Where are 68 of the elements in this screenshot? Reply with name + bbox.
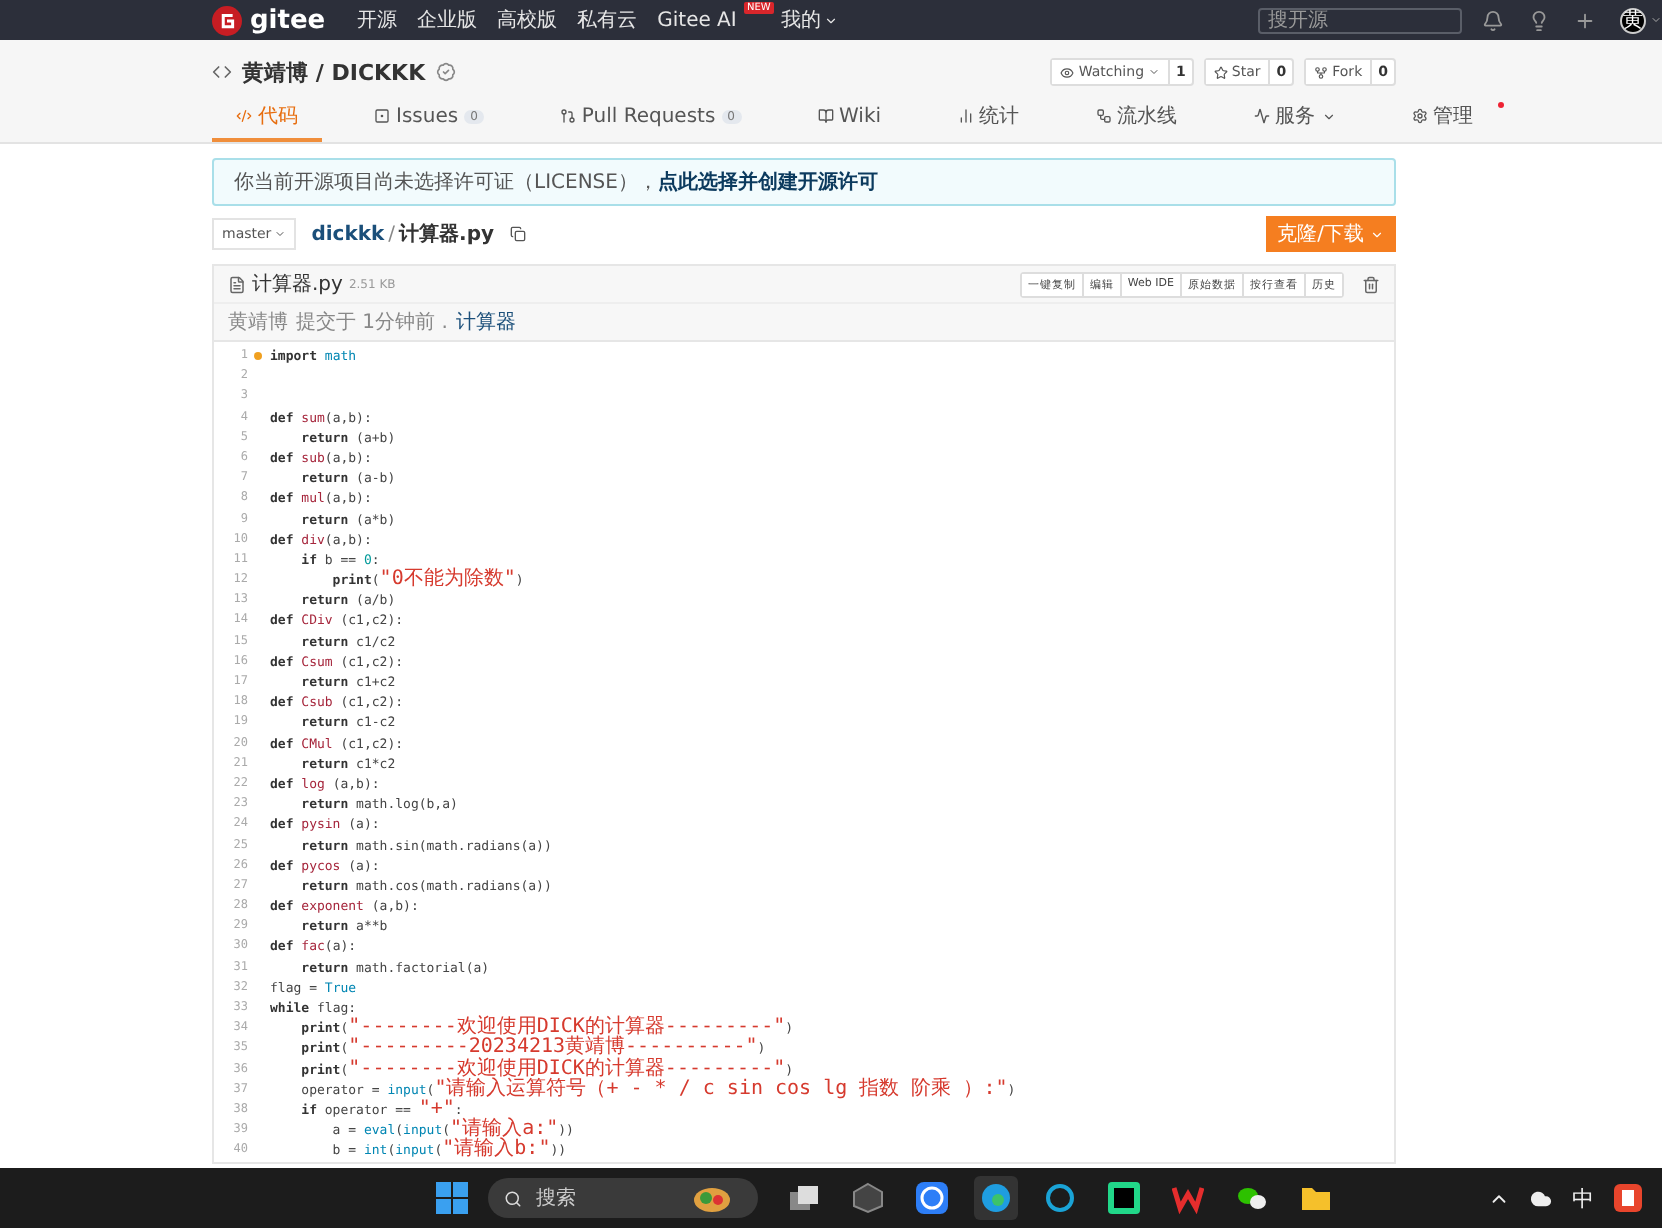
lightbulb-icon[interactable] bbox=[1528, 9, 1550, 31]
repo-tab[interactable]: 流水线 bbox=[1071, 96, 1202, 142]
workflow-icon bbox=[1095, 108, 1112, 124]
file-path: 计算器.py bbox=[399, 221, 495, 248]
repo-title: 黄靖博 / DICKKK bbox=[242, 57, 426, 87]
caret-icon bbox=[1148, 66, 1161, 78]
input-method-indicator[interactable]: 中 bbox=[1572, 1183, 1594, 1213]
nav-link[interactable]: 开源 bbox=[357, 6, 398, 34]
taskbar-search-field[interactable]: 搜索 bbox=[488, 1178, 758, 1218]
logo-text[interactable]: gitee bbox=[250, 5, 326, 35]
taskbar-app-button[interactable] bbox=[1102, 1176, 1146, 1220]
taskbar-app-button[interactable] bbox=[910, 1176, 954, 1220]
s-app-icon[interactable] bbox=[1614, 1184, 1642, 1212]
repo-tab[interactable]: 服务 bbox=[1229, 96, 1360, 142]
browser-icon bbox=[980, 1182, 1012, 1214]
license-link[interactable]: 点此选择并创建开源许可 bbox=[657, 172, 878, 194]
commit-author: 黄靖博 bbox=[228, 309, 288, 336]
pull-request-icon bbox=[559, 108, 576, 124]
copy-icon[interactable] bbox=[510, 226, 527, 242]
folder-icon bbox=[1300, 1184, 1332, 1212]
book-icon bbox=[817, 108, 833, 124]
bell-icon[interactable] bbox=[1482, 9, 1504, 31]
logo-icon[interactable] bbox=[212, 5, 242, 35]
caret-icon bbox=[1321, 109, 1336, 123]
commit-link[interactable]: 计算器 bbox=[455, 308, 516, 336]
ide-icon bbox=[1108, 1182, 1140, 1214]
ring-icon bbox=[1044, 1182, 1076, 1214]
w-app-icon bbox=[1172, 1182, 1204, 1214]
star-icon bbox=[1213, 65, 1228, 79]
trash-icon[interactable] bbox=[1362, 275, 1380, 293]
cloud-icon[interactable] bbox=[1530, 1187, 1552, 1209]
path-separator: / bbox=[388, 223, 396, 245]
file-icon bbox=[228, 275, 246, 293]
caret-icon bbox=[1370, 227, 1384, 241]
nav-link[interactable]: 高校版 bbox=[497, 6, 558, 34]
chat-bubbles-icon bbox=[1236, 1182, 1268, 1214]
search-field[interactable]: 搜开源 bbox=[1258, 7, 1462, 33]
caret-icon bbox=[1650, 14, 1662, 26]
nav-link[interactable]: 企业版 bbox=[417, 6, 478, 34]
nav-link[interactable]: 私有云 bbox=[577, 6, 638, 34]
repo-link[interactable]: dickkk bbox=[311, 223, 385, 245]
k-app-icon bbox=[916, 1182, 948, 1214]
issue-icon bbox=[374, 108, 390, 124]
windows-icon[interactable] bbox=[436, 1182, 468, 1214]
plus-icon[interactable] bbox=[1574, 9, 1596, 31]
code-icon bbox=[236, 108, 252, 124]
settings-icon bbox=[1411, 108, 1428, 124]
user-avatar[interactable]: 黄 bbox=[1620, 7, 1646, 33]
pulse-icon bbox=[1253, 108, 1270, 124]
caret-icon bbox=[273, 228, 286, 240]
windows-stack-icon bbox=[788, 1184, 820, 1212]
eye-icon bbox=[1060, 65, 1075, 79]
search-input[interactable]: 搜索 bbox=[532, 1185, 652, 1211]
notification-dot bbox=[1497, 102, 1504, 108]
license-notice: 你当前开源项目尚未选择许可证（LICENSE），点此选择并创建开源许可 bbox=[212, 158, 1396, 206]
fork-icon bbox=[1314, 65, 1329, 79]
commit-time: 提交于 1分钟前 . bbox=[296, 309, 448, 336]
taskbar-app-button[interactable] bbox=[974, 1176, 1018, 1220]
repo-tab[interactable]: 统计 bbox=[933, 96, 1044, 142]
repo-tab[interactable]: Wiki bbox=[793, 96, 906, 142]
badge-icon bbox=[435, 62, 456, 82]
search-icon bbox=[504, 1189, 522, 1207]
bar-chart-icon bbox=[957, 108, 974, 124]
repo-icon bbox=[212, 62, 232, 82]
repo-tab[interactable]: 管理 bbox=[1387, 96, 1498, 142]
cube-icon bbox=[852, 1182, 884, 1214]
nav-link[interactable]: 我的 bbox=[780, 6, 839, 34]
file-name: 计算器.py bbox=[252, 271, 343, 298]
